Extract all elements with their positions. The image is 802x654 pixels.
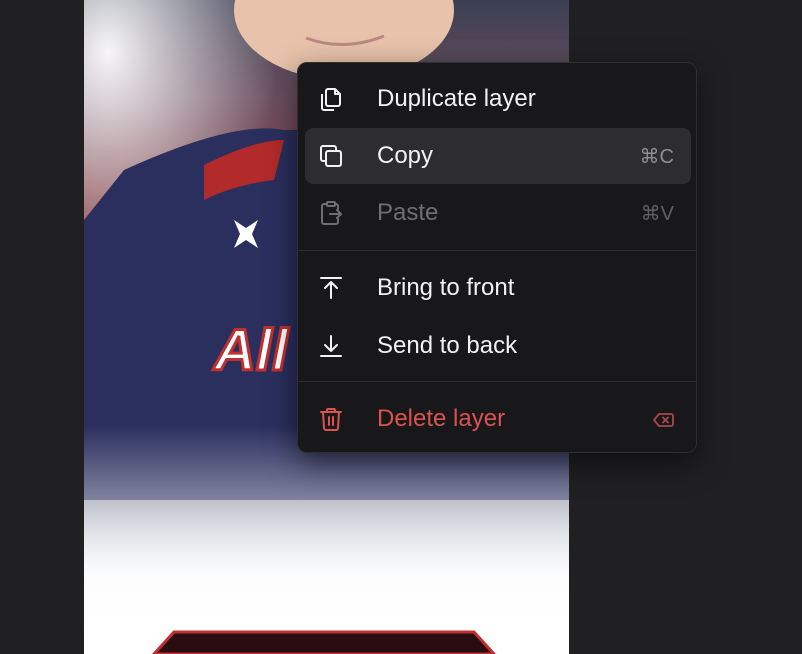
shortcut-hint: ⌘V xyxy=(640,202,674,225)
menu-item-label: Send to back xyxy=(377,332,518,359)
menu-divider xyxy=(298,250,696,251)
menu-item-label: Copy xyxy=(377,142,434,169)
send-to-back-icon xyxy=(320,335,342,357)
menu-item-paste[interactable]: Paste ⌘V xyxy=(305,185,691,241)
copy-icon xyxy=(320,145,342,167)
bring-to-front-icon xyxy=(320,277,342,299)
menu-item-label: Duplicate layer xyxy=(377,85,536,112)
menu-item-duplicate-layer[interactable]: Duplicate layer xyxy=(305,71,691,127)
menu-divider xyxy=(298,381,696,382)
backspace-icon xyxy=(653,413,674,427)
shortcut-hint: ⌘C xyxy=(639,145,674,168)
menu-item-label: Paste xyxy=(377,199,439,226)
menu-item-copy[interactable]: Copy ⌘C xyxy=(305,128,691,184)
duplicate-icon xyxy=(321,88,341,111)
menu-item-label: Bring to front xyxy=(377,274,515,301)
trash-icon xyxy=(320,408,342,431)
paste-icon xyxy=(321,201,342,225)
menu-item-label: Delete layer xyxy=(377,405,506,432)
menu-item-delete-layer[interactable]: Delete layer xyxy=(305,391,691,447)
menu-item-send-to-back[interactable]: Send to back xyxy=(305,318,691,374)
menu-item-bring-to-front[interactable]: Bring to front xyxy=(305,260,691,316)
context-menu: Duplicate layer Copy ⌘C Paste ⌘V Bring t… xyxy=(297,62,697,453)
